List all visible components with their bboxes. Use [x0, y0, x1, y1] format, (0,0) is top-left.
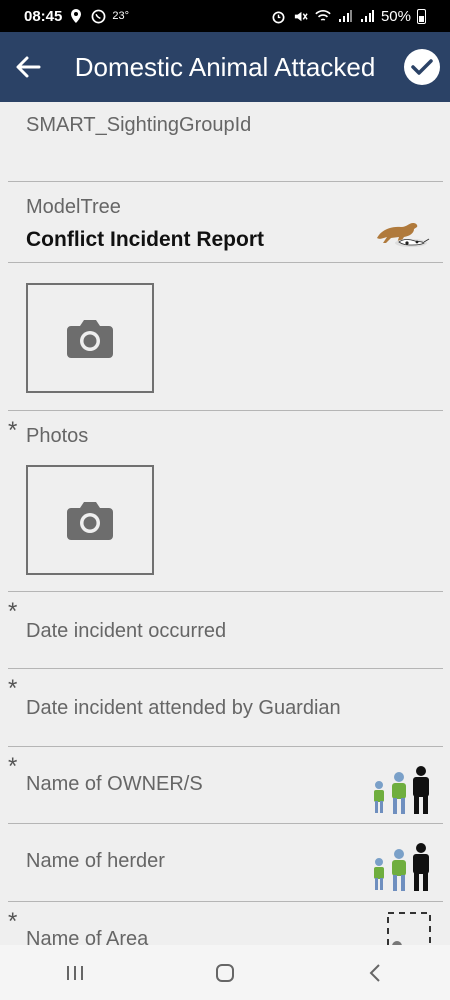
camera-icon: [67, 320, 113, 358]
recent-apps-button[interactable]: [45, 953, 105, 993]
required-marker: *: [8, 598, 18, 625]
field-label: SMART_SightingGroupId: [26, 114, 252, 136]
location-icon: [68, 8, 84, 24]
required-marker: *: [8, 908, 18, 935]
required-marker: *: [8, 753, 18, 780]
battery-icon: [417, 8, 426, 24]
home-icon: [216, 963, 234, 982]
field-date-occurred[interactable]: * Date incident occurred: [8, 592, 443, 669]
field-label: Date incident attended by Guardian: [26, 697, 341, 719]
field-label: Photos: [26, 425, 89, 447]
required-marker: *: [8, 675, 18, 702]
attribute-form: SMART_SightingGroupId ModelTree Conflict…: [0, 102, 450, 945]
status-temperature: 23°: [112, 10, 130, 22]
page-title: Domestic Animal Attacked: [74, 51, 376, 82]
cougar-attack-icon: [371, 216, 433, 255]
field-value: Conflict Incident Report: [26, 228, 264, 251]
arrow-left-icon: [16, 56, 41, 78]
map-area-icon: [385, 910, 433, 945]
done-button[interactable]: [394, 32, 450, 102]
recent-apps-icon: [67, 965, 83, 980]
field-label: Date incident occurred: [26, 620, 227, 642]
field-sighting-group[interactable]: SMART_SightingGroupId: [8, 102, 443, 182]
field-area-name[interactable]: * Name of Area: [8, 902, 443, 945]
field-model-tree[interactable]: ModelTree Conflict Incident Report: [8, 182, 443, 263]
back-nav-button[interactable]: [345, 953, 405, 993]
people-icon: [371, 765, 433, 822]
people-icon: [371, 842, 433, 899]
field-owner-name[interactable]: * Name of OWNER/S: [8, 747, 443, 824]
mute-icon: [293, 8, 309, 24]
add-photo-button[interactable]: [26, 465, 154, 575]
check-circle-icon: [404, 49, 440, 85]
status-bar: 08:45 23° 50%: [0, 0, 450, 32]
status-time: 08:45: [24, 7, 63, 25]
system-nav-bar: [0, 945, 450, 1000]
field-label: Name of herder: [26, 850, 165, 872]
field-herder-name[interactable]: Name of herder: [8, 824, 443, 902]
field-photos: * Photos: [8, 411, 443, 592]
field-photo-attachment: [8, 263, 443, 411]
home-button[interactable]: [195, 953, 255, 993]
add-photo-button[interactable]: [26, 283, 154, 393]
field-label: Name of OWNER/S: [26, 773, 203, 795]
signal-icon-1: [337, 8, 353, 24]
field-label: Name of Area: [26, 928, 149, 945]
camera-icon: [67, 502, 113, 540]
battery-percent: 50%: [380, 7, 411, 25]
signal-icon-2: [359, 8, 375, 24]
field-label: ModelTree: [26, 196, 121, 218]
whatsapp-icon: [90, 8, 106, 24]
chevron-left-icon: [369, 963, 380, 982]
wifi-icon: [315, 8, 331, 24]
required-marker: *: [8, 417, 18, 444]
field-date-attended[interactable]: * Date incident attended by Guardian: [8, 669, 443, 747]
alarm-icon: [271, 8, 287, 24]
back-button[interactable]: [0, 32, 56, 102]
app-bar: Domestic Animal Attacked: [0, 32, 450, 102]
